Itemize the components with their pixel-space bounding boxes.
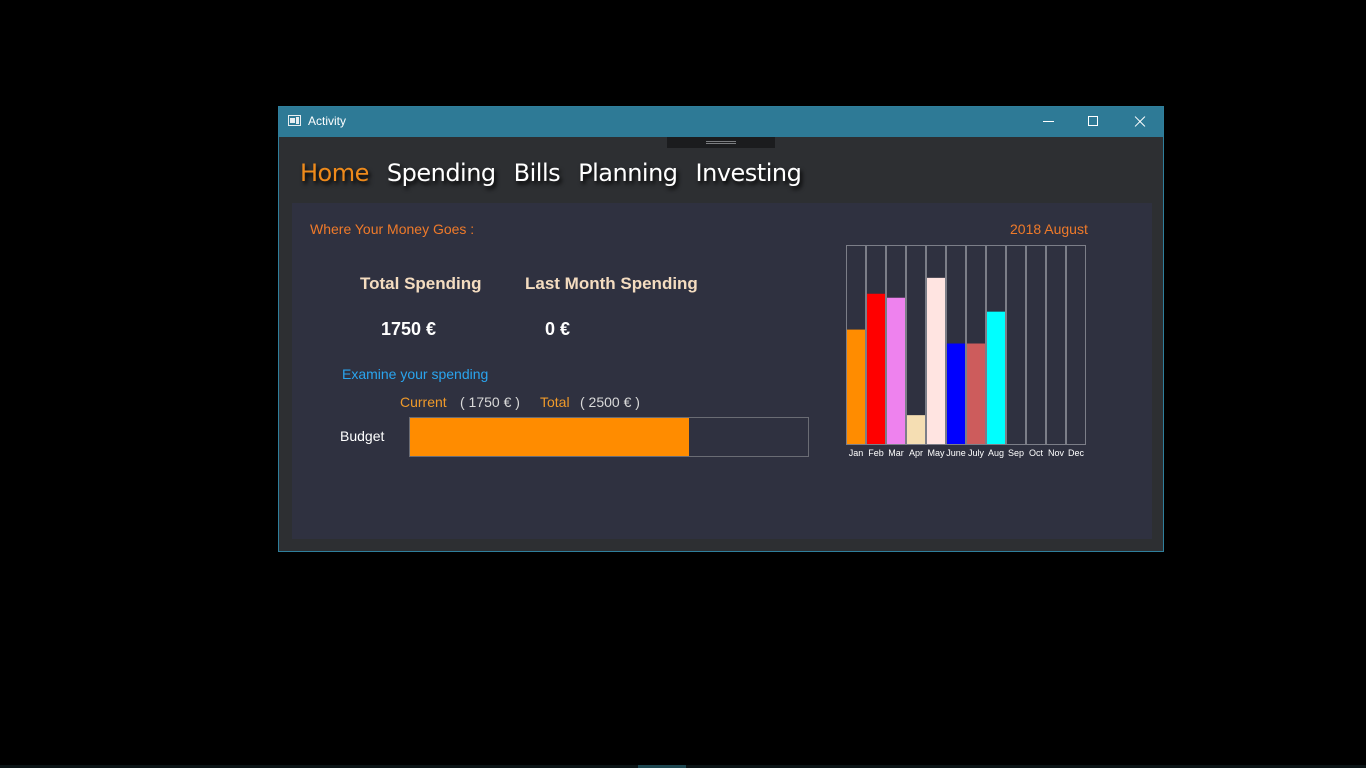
bar-jan bbox=[847, 329, 865, 444]
month-label-aug: Aug bbox=[988, 448, 1004, 458]
home-panel: Where Your Money Goes : 2018 August Tota… bbox=[292, 203, 1152, 539]
budget-label: Budget bbox=[340, 428, 385, 444]
minimize-button[interactable] bbox=[1026, 107, 1071, 137]
nav-item-planning[interactable]: Planning bbox=[578, 159, 678, 187]
month-label-june: June bbox=[946, 448, 966, 458]
nav-item-bills[interactable]: Bills bbox=[514, 159, 561, 187]
budget-total-label: Total bbox=[540, 394, 570, 410]
chart-svg: Jan Feb Mar Apr May June July Aug Sep Oct Nov Dec bbox=[846, 245, 1086, 458]
budget-progress-bar bbox=[409, 417, 809, 457]
bar-mar bbox=[887, 297, 905, 444]
budget-progress-fill bbox=[410, 418, 689, 456]
month-label-oct: Oct bbox=[1029, 448, 1044, 458]
month-label-nov: Nov bbox=[1048, 448, 1065, 458]
desktop: Activity Home Spending Bills Planning Invest… bbox=[0, 0, 1366, 768]
budget-current-value: ( 1750 € ) bbox=[460, 394, 520, 410]
main-nav: Home Spending Bills Planning Investing bbox=[300, 159, 819, 193]
date-label: 2018 August bbox=[1010, 221, 1088, 237]
last-month-spending-label: Last Month Spending bbox=[525, 274, 698, 293]
month-label-sep: Sep bbox=[1008, 448, 1024, 458]
last-month-spending-value: 0 € bbox=[545, 319, 571, 339]
maximize-button[interactable] bbox=[1071, 107, 1116, 137]
monthly-spending-chart: Jan Feb Mar Apr May June July Aug Sep Oct Nov Dec bbox=[846, 243, 1088, 463]
app-icon bbox=[288, 115, 301, 126]
window-title: Activity bbox=[308, 114, 347, 128]
nav-item-spending[interactable]: Spending bbox=[387, 159, 496, 187]
month-label-july: July bbox=[968, 448, 985, 458]
bar-slot-apr bbox=[906, 245, 926, 445]
bar-slot-dec bbox=[1066, 245, 1086, 445]
budget-total-value: ( 2500 € ) bbox=[580, 394, 640, 410]
bar-aug bbox=[987, 311, 1005, 444]
bar-apr bbox=[907, 415, 925, 444]
bar-slot-sep bbox=[1006, 245, 1026, 445]
drag-handle[interactable] bbox=[667, 137, 775, 148]
section-heading: Where Your Money Goes : bbox=[310, 221, 475, 237]
month-label-feb: Feb bbox=[868, 448, 884, 458]
close-button[interactable] bbox=[1117, 107, 1162, 137]
activity-window: Activity Home Spending Bills Planning Invest… bbox=[278, 106, 1164, 552]
month-label-dec: Dec bbox=[1068, 448, 1085, 458]
examine-spending-link[interactable]: Examine your spending bbox=[342, 366, 488, 382]
month-label-apr: Apr bbox=[909, 448, 923, 458]
month-label-mar: Mar bbox=[888, 448, 904, 458]
month-label-may: May bbox=[927, 448, 945, 458]
nav-item-investing[interactable]: Investing bbox=[696, 159, 802, 187]
month-label-jan: Jan bbox=[849, 448, 864, 458]
total-spending-label: Total Spending bbox=[360, 274, 482, 293]
bar-slot-nov bbox=[1046, 245, 1066, 445]
bar-july bbox=[967, 343, 985, 444]
bar-may bbox=[927, 277, 945, 444]
nav-item-home[interactable]: Home bbox=[300, 159, 369, 187]
bar-slot-oct bbox=[1026, 245, 1046, 445]
bar-june bbox=[947, 343, 965, 444]
total-spending-value: 1750 € bbox=[381, 319, 437, 339]
bar-feb bbox=[867, 293, 885, 444]
budget-current-label: Current bbox=[400, 394, 447, 410]
title-bar[interactable]: Activity bbox=[279, 107, 1163, 137]
